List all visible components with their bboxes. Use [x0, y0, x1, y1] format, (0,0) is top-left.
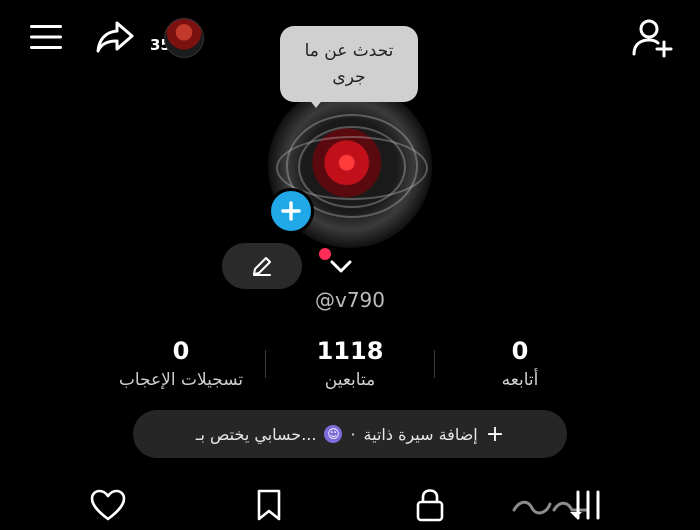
account-switch-button[interactable]	[324, 252, 358, 282]
profile-note-bubble[interactable]: تحدث عن ما جرى	[280, 26, 418, 102]
followers-label: متابعين	[324, 370, 376, 390]
lock-icon	[416, 489, 444, 522]
tab-liked[interactable]	[86, 484, 130, 526]
stat-divider	[434, 350, 435, 378]
plus-icon	[281, 201, 301, 221]
followers-count: 1118	[316, 337, 384, 365]
chevron-down-icon	[330, 260, 352, 273]
smiley-icon: ☺	[324, 425, 343, 443]
add-story-button[interactable]	[268, 188, 314, 234]
stat-following[interactable]: 0 أتابعه	[470, 336, 570, 394]
friends-activity[interactable]: 35	[150, 18, 208, 58]
add-bio-label: إضافة سيرة ذاتية	[363, 424, 478, 444]
menu-icon	[30, 25, 62, 49]
note-line-2: جرى	[332, 67, 366, 87]
pencil-icon	[253, 257, 271, 276]
bio-separator: ·	[350, 424, 356, 444]
add-friend-button[interactable]	[626, 12, 678, 64]
account-summary: حسابي يختص بـ...	[195, 424, 317, 444]
note-line-1: تحدث عن ما	[304, 41, 394, 61]
stat-likes[interactable]: 0 تسجيلات الإعجاب	[96, 336, 266, 394]
stat-divider	[265, 350, 266, 378]
bubble-tail	[308, 98, 324, 108]
plus-icon: +	[485, 421, 505, 447]
menu-button[interactable]	[22, 14, 72, 60]
likes-label: تسجيلات الإعجاب	[118, 370, 244, 390]
following-label: أتابعه	[501, 370, 539, 390]
heart-icon	[90, 489, 126, 521]
bio-bar[interactable]: حسابي يختص بـ... ☺ · إضافة سيرة ذاتية +	[133, 410, 567, 458]
bookmark-icon	[257, 489, 281, 521]
username: @v790	[314, 288, 385, 312]
edit-profile-button[interactable]	[222, 243, 302, 289]
watermark-logo	[510, 490, 590, 520]
tab-private[interactable]	[408, 484, 452, 526]
likes-count: 0	[172, 337, 190, 365]
share-icon	[96, 21, 134, 53]
friend-avatar	[164, 18, 204, 58]
share-button[interactable]	[90, 14, 140, 60]
following-count: 0	[511, 337, 529, 365]
tab-saved[interactable]	[247, 484, 291, 526]
stat-followers[interactable]: 1118 متابعين	[296, 336, 404, 394]
add-friend-icon	[632, 19, 673, 58]
